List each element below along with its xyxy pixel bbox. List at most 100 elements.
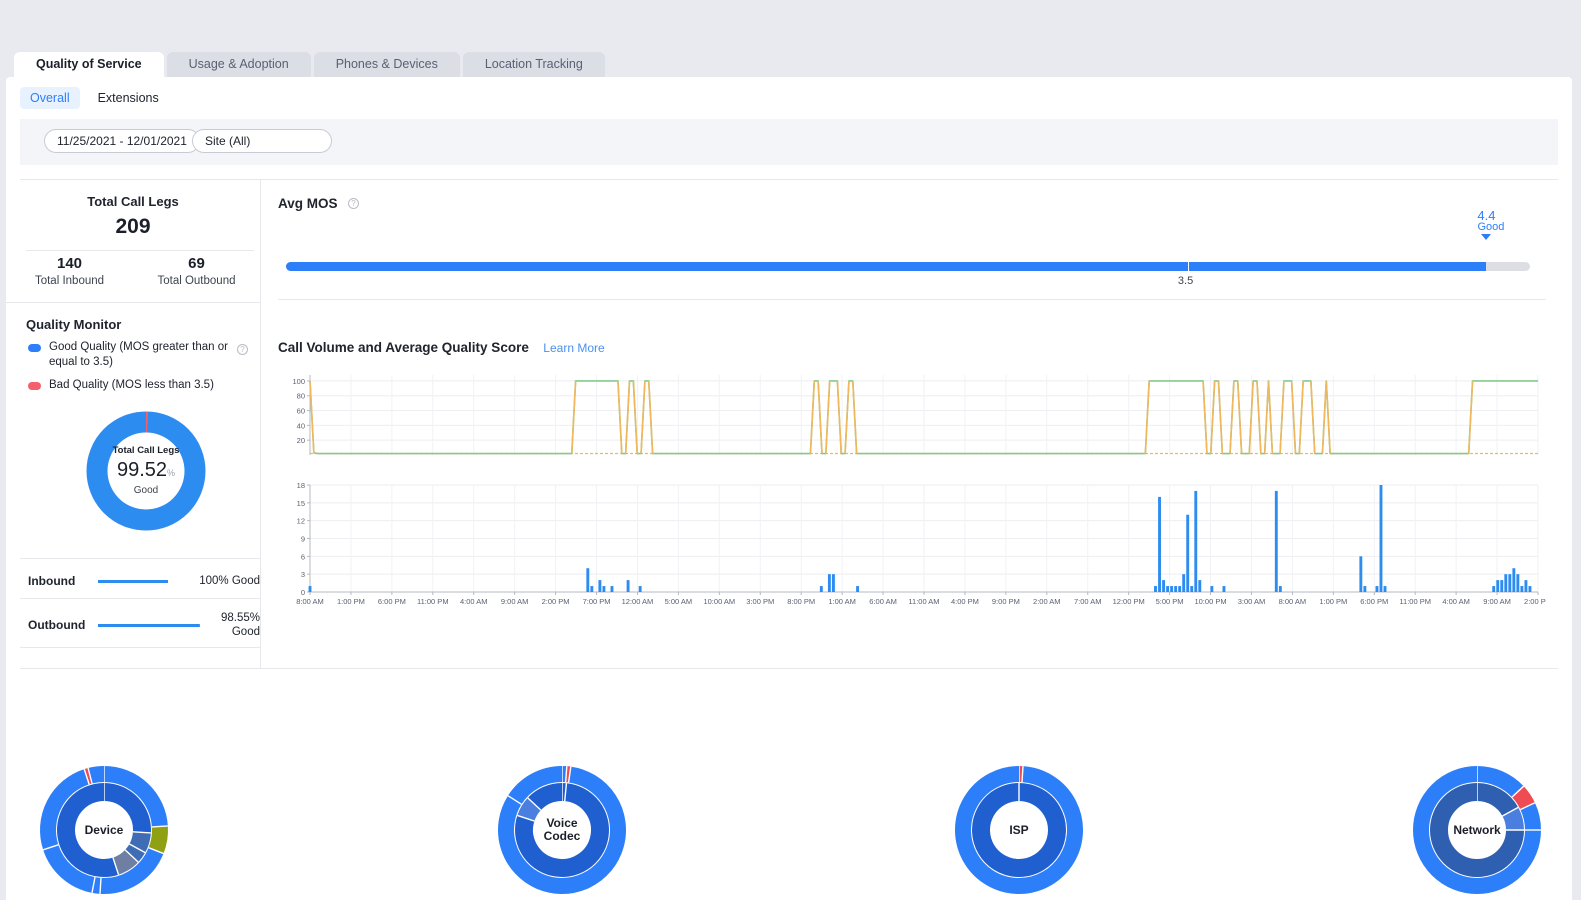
y-axis-tick-label: 15 [297,499,305,508]
quality-monitor-title: Quality Monitor [6,303,260,332]
x-axis-tick-label: 12:00 PM [1113,597,1145,606]
call-volume-bar [1154,586,1157,592]
quality-score-line-svg: 20406080100 [278,367,1546,467]
call-volume-bar [590,586,593,592]
donut-card-isp: ISPother99% Good Quality [921,763,1316,900]
tab-phones-devices[interactable]: Phones & Devices [314,52,460,77]
legend-bad-quality: Bad Quality (MOS less than 3.5) [6,370,260,393]
x-axis-tick-label: 9:00 PM [992,597,1020,606]
avg-mos-gauge: 3.5 4.4 Good [278,207,1546,297]
outbound-bar-fill [98,624,199,627]
x-axis-tick-label: 11:00 PM [417,597,449,606]
call-volume-bar [1496,580,1499,592]
quality-transition-segment [1469,381,1473,454]
call-volume-bar [1384,586,1387,592]
call-volume-bar [1363,586,1366,592]
gauge-fill [286,262,1486,271]
outbound-bar-label: Outbound [28,618,90,632]
quality-transition-segment [818,381,822,454]
quality-transition-segment [310,381,314,453]
x-axis-tick-label: 8:00 AM [1279,597,1307,606]
call-volume-bar [1492,586,1495,592]
quality-transition-segment [1203,381,1207,454]
x-axis-tick-label: 8:00 AM [296,597,324,606]
x-axis-tick-label: 5:00 PM [1156,597,1184,606]
site-filter[interactable]: Site (All) [192,129,332,153]
donut-center-label: Device [59,824,149,837]
divider-bars-mid [20,598,260,599]
x-axis-tick-label: 7:00 AM [1074,597,1102,606]
call-volume-bar [639,586,642,592]
x-axis-tick-label: 4:00 AM [1442,597,1470,606]
call-volume-bar [598,580,601,592]
divider-vertical [260,180,261,668]
x-axis-tick-label: 1:00 PM [337,597,365,606]
quality-transition-segment [633,381,637,454]
x-axis-tick-label: 5:00 AM [665,597,693,606]
total-outbound-label: Total Outbound [133,275,260,287]
x-axis-tick-label: 1:00 PM [1319,597,1347,606]
learn-more-link[interactable]: Learn More [543,341,604,355]
call-volume-bar [1512,568,1515,592]
outbound-quality-row: Outbound 98.55% Good [28,605,260,645]
gauge-threshold-label: 3.5 [1178,275,1193,287]
divider-charts-bottom [20,668,1558,669]
quality-transition-segment [1218,381,1222,454]
total-call-legs-label: Total Call Legs [6,194,260,209]
quality-transition-segment [626,381,630,454]
quality-transition-segment [1211,381,1215,454]
y-axis-tick-label: 3 [301,570,305,579]
donut-segment [534,792,562,804]
quality-transition-segment [853,381,857,454]
quality-transition-segment [1230,381,1234,454]
call-volume-bar [1194,491,1197,592]
call-volume-bar [611,586,614,592]
call-volume-bar [1520,586,1523,592]
subtab-overall[interactable]: Overall [20,87,80,109]
divider-mos-bottom [278,299,1546,300]
donut-segment [116,856,132,866]
x-axis-tick-label: 10:00 PM [1194,597,1226,606]
call-volume-bar [586,568,589,592]
quality-transition-segment [1326,381,1330,454]
call-volume-bar [828,574,831,592]
x-axis-tick-label: 9:00 AM [1483,597,1511,606]
y-axis-tick-label: 9 [301,535,305,544]
y-axis-tick-label: 80 [297,392,305,401]
x-axis-tick-label: 2:00 PM [542,597,570,606]
quality-transition-segment [1257,381,1261,454]
call-volume-bar [1380,485,1383,592]
quality-transition-segment [618,381,622,454]
info-icon[interactable]: ? [237,344,248,355]
analytics-dashboard: Quality of ServiceUsage & AdoptionPhones… [0,0,1581,900]
subtab-extensions[interactable]: Extensions [88,87,169,109]
divider-bars-top [20,558,260,559]
tab-location-tracking[interactable]: Location Tracking [463,52,605,77]
filter-bar: 11/25/2021 - 12/01/2021 Site (All) [20,119,1558,165]
quality-score-line-chart: 20406080100 [278,367,1546,467]
donut-segment [1477,792,1510,812]
call-volume-bar [1275,491,1278,592]
donut-center-unit: % [167,468,175,478]
call-volume-bar [1359,556,1362,592]
x-axis-tick-label: 2:00 PM [1524,597,1546,606]
quality-transition-segment [810,381,814,454]
quality-transition-segment [1299,381,1303,454]
call-volume-bar [1500,580,1503,592]
gauge-value-marker: 4.4 Good [1466,209,1506,240]
quality-transition-segment [649,381,653,454]
donut-center-label: Network [1432,824,1522,837]
tab-usage-adoption[interactable]: Usage & Adoption [167,52,311,77]
x-axis-tick-label: 12:00 AM [622,597,654,606]
call-volume-bar [1170,586,1173,592]
quality-donut: Total Call Legs 99.52% Good [86,411,206,531]
quality-monitor-panel: Quality Monitor Good Quality (MOS greate… [6,303,260,393]
call-volume-bar [1182,574,1185,592]
quality-transition-segment [1145,381,1149,454]
x-axis-tick-label: 2:00 AM [1033,597,1061,606]
donut-card-network: Networkother80% Good Quality [1379,763,1581,900]
tab-quality-of-service[interactable]: Quality of Service [14,52,164,77]
sub-tabs: Overall Extensions [20,87,177,109]
date-range-filter[interactable]: 11/25/2021 - 12/01/2021 [44,129,200,153]
x-axis-tick-label: 11:00 AM [908,597,939,606]
